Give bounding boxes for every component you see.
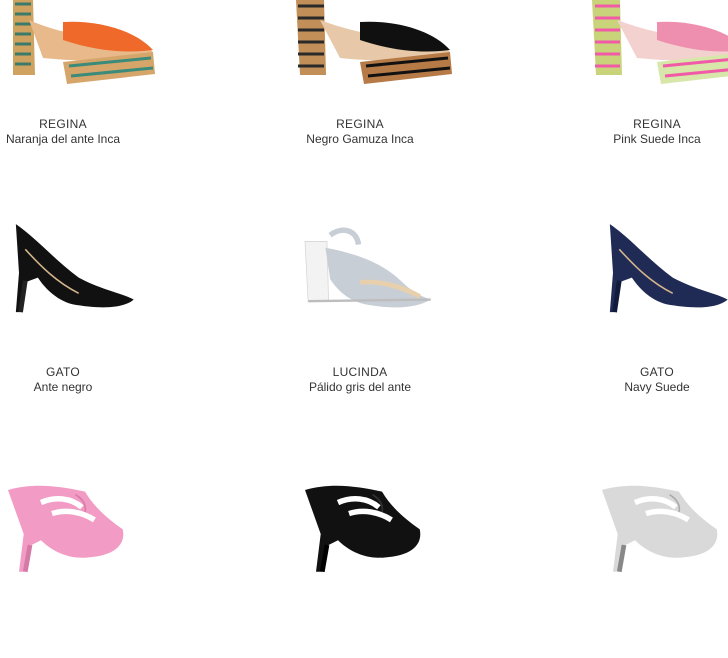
shoe-image	[304, 227, 431, 308]
product-name: REGINA	[633, 117, 681, 131]
shoe-image	[305, 485, 421, 573]
product-meta: GATO Ante negro	[0, 365, 183, 395]
product-name: GATO	[639, 365, 675, 379]
product-color-name: Pálido gris del ante	[308, 380, 412, 394]
product-card[interactable]: REGINA Pink Suede Inca	[537, 0, 728, 170]
platform-sandal-icon[interactable]	[537, 0, 728, 90]
product-card[interactable]: GATO Navy Suede	[537, 210, 728, 400]
product-card[interactable]	[0, 468, 183, 658]
product-card[interactable]	[537, 468, 728, 658]
product-color-name: Navy Suede	[624, 380, 690, 394]
product-color-name: Naranja del ante Inca	[5, 132, 121, 146]
product-name: REGINA	[39, 117, 87, 131]
product-name: LUCINDA	[332, 365, 388, 379]
product-card[interactable]: GATO Ante negro	[0, 210, 183, 400]
shoe-image	[609, 224, 728, 313]
product-name: REGINA	[336, 117, 384, 131]
product-card[interactable]: REGINA Naranja del ante Inca	[0, 0, 183, 170]
product-meta: LUCINDA Pálido gris del ante	[240, 365, 480, 395]
shoe-image	[296, 0, 452, 84]
product-card[interactable]: REGINA Negro Gamuza Inca	[240, 0, 480, 170]
cutout-sandal-icon[interactable]	[240, 468, 480, 578]
product-grid: REGINA Naranja del ante Inca REGINA Negr…	[0, 0, 728, 600]
product-meta: REGINA Negro Gamuza Inca	[240, 117, 480, 147]
product-meta: REGINA Pink Suede Inca	[537, 117, 728, 147]
product-card[interactable]	[240, 468, 480, 658]
platform-sandal-icon[interactable]	[0, 0, 183, 90]
product-meta: REGINA Naranja del ante Inca	[0, 117, 183, 147]
shoe-image	[8, 485, 124, 573]
platform-sandal-icon[interactable]	[240, 0, 480, 90]
product-meta: GATO Navy Suede	[537, 365, 728, 395]
product-name: GATO	[45, 365, 81, 379]
shoe-image	[592, 0, 728, 84]
shoe-image	[13, 0, 155, 84]
product-color-name: Pink Suede Inca	[613, 132, 701, 146]
product-color-name: Ante negro	[33, 380, 93, 394]
product-color-name: Negro Gamuza Inca	[306, 132, 414, 146]
cutout-sandal-icon[interactable]	[0, 468, 183, 578]
slingback-icon[interactable]	[240, 210, 480, 320]
shoe-image	[15, 224, 134, 313]
product-card[interactable]: LUCINDA Pálido gris del ante	[240, 210, 480, 400]
shoe-image	[602, 485, 718, 573]
pump-icon[interactable]	[537, 210, 728, 320]
cutout-sandal-icon[interactable]	[537, 468, 728, 578]
pump-icon[interactable]	[0, 210, 183, 320]
